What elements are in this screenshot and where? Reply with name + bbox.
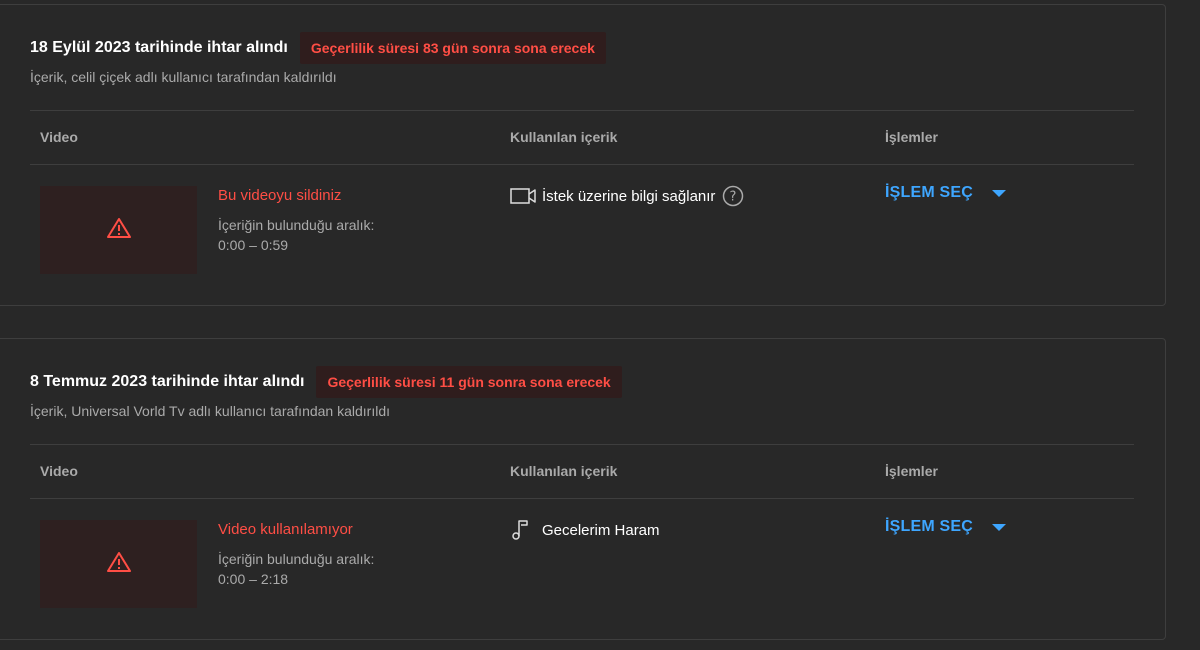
used-content: Gecelerim Haram: [510, 518, 660, 542]
range-label: İçeriğin bulunduğu aralık:: [218, 217, 375, 233]
expiry-badge: Geçerlilik süresi 11 gün sonra sona erec…: [316, 366, 622, 398]
strike-date: 18 Eylül 2023 tarihinde ihtar alındı: [30, 39, 288, 56]
column-header-content: Kullanılan içerik: [510, 129, 618, 145]
column-header-video: Video: [40, 129, 78, 145]
video-thumbnail: [40, 520, 197, 608]
video-status: Bu videoyu sildiniz: [218, 187, 342, 204]
video-camera-icon: [510, 184, 540, 208]
used-content: İstek üzerine bilgi sağlanır ?: [510, 184, 744, 208]
svg-text:?: ?: [730, 190, 737, 205]
divider: [30, 164, 1134, 165]
strike-card: 8 Temmuz 2023 tarihinde ihtar alındı Geç…: [0, 338, 1166, 640]
music-note-icon: [510, 518, 540, 542]
column-header-actions: İşlemler: [885, 463, 938, 479]
strike-date: 8 Temmuz 2023 tarihinde ihtar alındı: [30, 373, 305, 390]
divider: [30, 110, 1134, 111]
range-value: 0:00 – 2:18: [218, 571, 289, 587]
divider: [30, 444, 1134, 445]
divider: [30, 498, 1134, 499]
warning-icon: [106, 551, 132, 578]
range-label: İçeriğin bulunduğu aralık:: [218, 551, 375, 567]
column-header-actions: İşlemler: [885, 129, 938, 145]
content-title: İstek üzerine bilgi sağlanır: [542, 187, 716, 205]
strike-header: 18 Eylül 2023 tarihinde ihtar alındı Geç…: [30, 32, 606, 64]
dropdown-caret-icon: [991, 522, 1007, 532]
select-action-label: İŞLEM SEÇ: [885, 518, 974, 535]
video-thumbnail: [40, 186, 197, 274]
select-action-button[interactable]: İŞLEM SEÇ: [885, 518, 1007, 536]
column-header-content: Kullanılan içerik: [510, 463, 618, 479]
expiry-badge: Geçerlilik süresi 83 gün sonra sona erec…: [299, 32, 606, 64]
help-icon[interactable]: ?: [722, 185, 744, 207]
video-status: Video kullanılamıyor: [218, 521, 353, 538]
select-action-label: İŞLEM SEÇ: [885, 184, 974, 201]
dropdown-caret-icon: [991, 188, 1007, 198]
removed-by-text: İçerik, Universal Vorld Tv adlı kullanıc…: [30, 403, 391, 419]
content-title: Gecelerim Haram: [542, 521, 660, 539]
strike-header: 8 Temmuz 2023 tarihinde ihtar alındı Geç…: [30, 366, 622, 398]
strike-card: 18 Eylül 2023 tarihinde ihtar alındı Geç…: [0, 4, 1166, 306]
range-value: 0:00 – 0:59: [218, 237, 289, 253]
warning-icon: [106, 217, 132, 244]
removed-by-text: İçerik, celil çiçek adlı kullanıcı taraf…: [30, 69, 337, 85]
column-header-video: Video: [40, 463, 78, 479]
select-action-button[interactable]: İŞLEM SEÇ: [885, 184, 1007, 202]
